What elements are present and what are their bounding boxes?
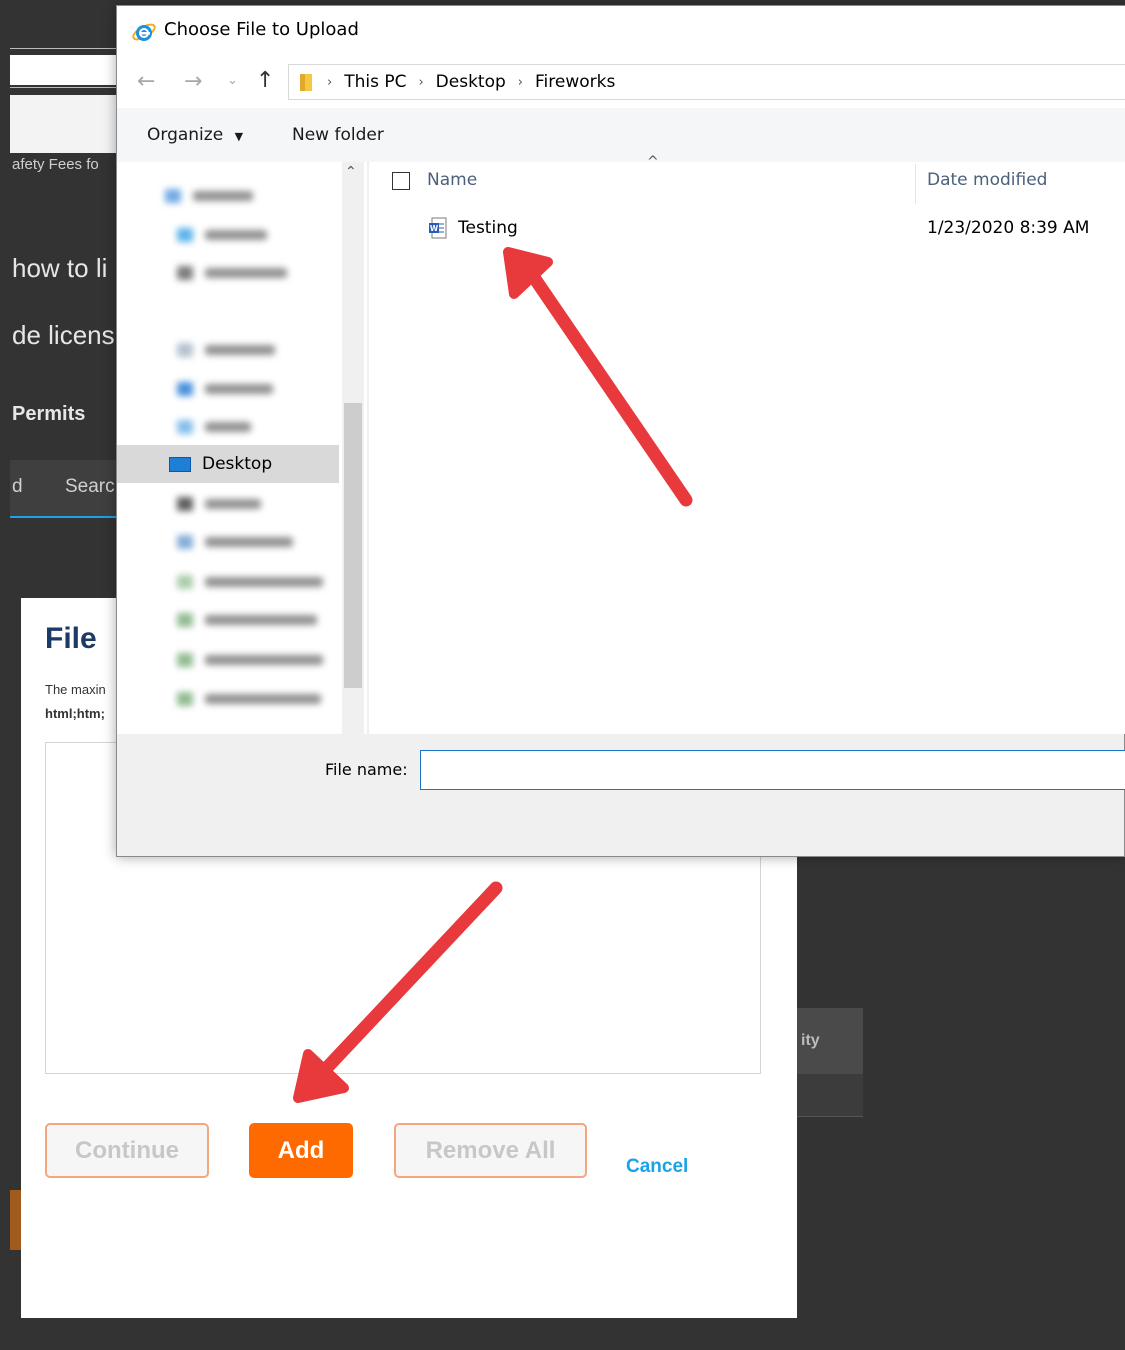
bg-header-bar (10, 55, 116, 85)
address-bar[interactable]: › This PC › Desktop › Fireworks (288, 64, 1125, 100)
dialog-titlebar[interactable]: Choose File to Upload (117, 6, 1125, 58)
folder-icon (300, 74, 312, 91)
breadcrumb-fireworks[interactable]: Fireworks (535, 72, 615, 92)
select-all-checkbox[interactable] (392, 172, 410, 190)
nav-item-blurred[interactable] (177, 689, 321, 709)
nav-item-desktop-label: Desktop (202, 454, 273, 474)
choose-file-dialog: Choose File to Upload ← → ⌄ ↑ › This PC … (116, 5, 1125, 857)
caret-down-icon: ▼ (234, 130, 244, 143)
recent-locations-chevron-icon[interactable]: ⌄ (227, 73, 238, 88)
bg-text-how-to[interactable]: how to li (12, 253, 107, 284)
bg-text-license[interactable]: de licens (12, 320, 115, 351)
nav-item-blurred[interactable] (177, 340, 275, 360)
modal-file-types: html;htm; (45, 706, 105, 721)
file-name-input[interactable] (420, 750, 1125, 790)
nav-item-blurred[interactable] (177, 263, 287, 283)
nav-item-blurred[interactable] (177, 650, 323, 670)
bg-divider-line (10, 87, 116, 88)
new-folder-button[interactable]: New folder (292, 125, 384, 145)
nav-scrollbar-thumb[interactable] (344, 403, 362, 688)
bg-gray-band (10, 95, 116, 153)
navigation-pane: Desktop (117, 162, 367, 734)
up-arrow-icon[interactable]: ↑ (256, 68, 274, 93)
bg-divider-line (10, 48, 116, 49)
column-header-date-modified[interactable]: Date modified (927, 170, 1047, 190)
file-list-pane (369, 162, 1125, 734)
bg-text-fees: afety Fees fo (12, 156, 99, 173)
file-item-testing-name[interactable]: Testing (458, 218, 518, 238)
modal-title: File (45, 622, 97, 655)
word-document-icon: W (429, 217, 447, 239)
breadcrumb-separator-icon: › (517, 74, 523, 90)
column-divider[interactable] (915, 164, 916, 204)
organize-label: Organize (147, 125, 224, 145)
remove-all-button[interactable]: Remove All (394, 1123, 587, 1178)
dialog-title: Choose File to Upload (164, 19, 359, 40)
nav-item-blurred[interactable] (177, 572, 323, 592)
breadcrumb-separator-icon: › (418, 74, 424, 90)
bg-table-row (797, 1074, 863, 1117)
breadcrumb-separator-icon: › (327, 74, 333, 90)
bg-tab-d[interactable]: d (12, 476, 23, 498)
svg-text:W: W (430, 224, 439, 233)
desktop-icon (169, 457, 191, 472)
nav-item-blurred[interactable] (177, 532, 293, 552)
sort-ascending-icon: ^ (647, 154, 659, 170)
continue-button[interactable]: Continue (45, 1123, 209, 1178)
add-button[interactable]: Add (249, 1123, 353, 1178)
forward-arrow-icon[interactable]: → (184, 69, 202, 94)
organize-menu[interactable]: Organize ▼ (147, 125, 243, 145)
breadcrumb-this-pc[interactable]: This PC (344, 72, 406, 92)
bg-table-header-text: ity (801, 1032, 820, 1049)
dialog-toolbar: Organize ▼ New folder (117, 108, 1125, 163)
bg-table-header-cell: ity (797, 1008, 863, 1074)
nav-item-blurred[interactable] (165, 186, 253, 206)
nav-item-blurred[interactable] (177, 494, 261, 514)
nav-item-blurred[interactable] (177, 225, 267, 245)
nav-item-blurred[interactable] (177, 610, 317, 630)
breadcrumb-desktop[interactable]: Desktop (436, 72, 506, 92)
modal-max-size-note: The maxin (45, 682, 106, 697)
nav-item-blurred[interactable] (177, 379, 273, 399)
file-name-label: File name: (325, 760, 408, 779)
bg-text-permits: Permits (12, 403, 86, 425)
nav-item-blurred[interactable] (177, 417, 251, 437)
bg-tab-search[interactable]: Searc (65, 476, 115, 498)
internet-explorer-icon (132, 23, 156, 41)
cancel-link[interactable]: Cancel (626, 1156, 688, 1178)
nav-item-desktop[interactable]: Desktop (117, 445, 339, 483)
column-header-name[interactable]: Name (427, 170, 477, 190)
scroll-up-arrow-icon[interactable]: ⌃ (345, 164, 357, 180)
file-item-testing-date: 1/23/2020 8:39 AM (927, 218, 1090, 238)
back-arrow-icon[interactable]: ← (137, 69, 155, 94)
